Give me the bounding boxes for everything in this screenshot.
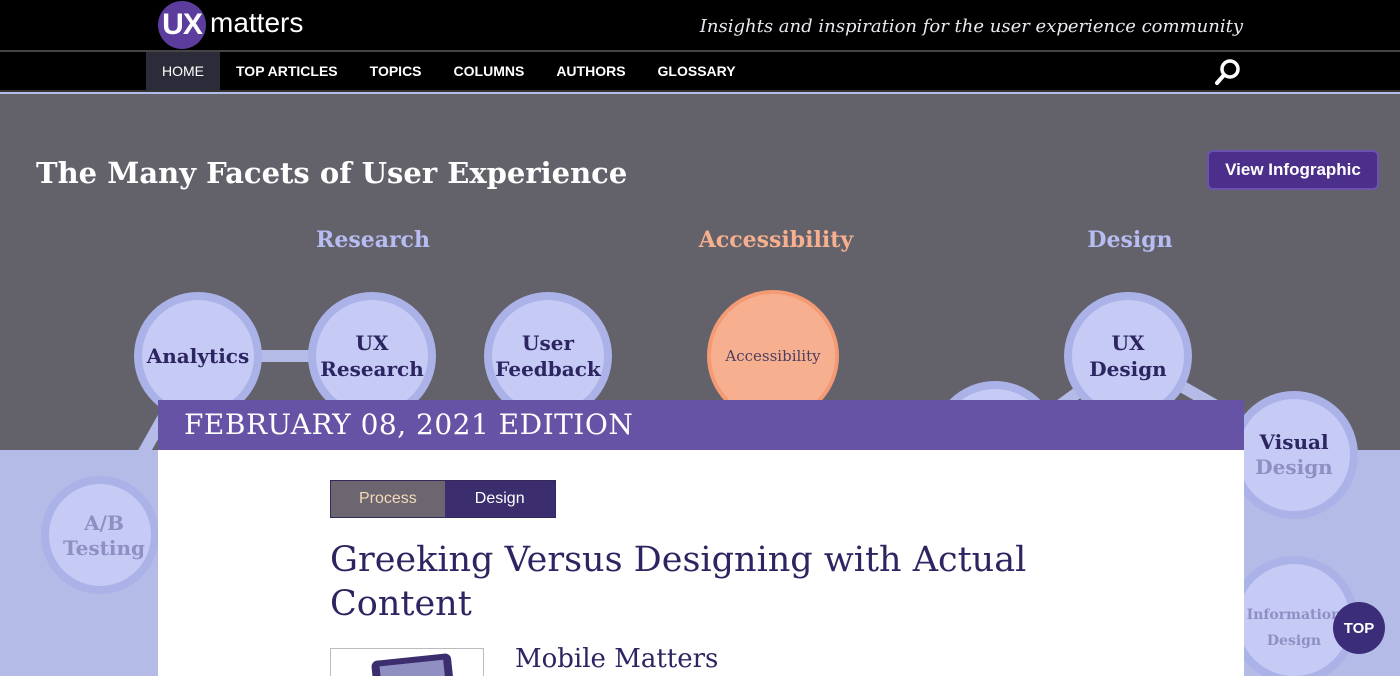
article-title[interactable]: Greeking Versus Designing with Actual Co… [330,538,1070,626]
back-to-top-button[interactable]: TOP [1333,602,1385,654]
column-name[interactable]: Mobile Matters [515,644,718,674]
logo-badge: UX [158,1,206,49]
tag-design[interactable]: Design [444,481,555,517]
node-label-user-feedback-1: User [522,331,574,355]
node-label-user-feedback-2: Feedback [495,357,602,381]
node-label-ux-research-1: UX [356,331,389,355]
category-design: Design [1087,227,1172,253]
search-icon[interactable] [1214,58,1242,86]
nav-glossary[interactable]: GLOSSARY [642,52,752,90]
node-label-ab-testing-1: A/B [83,511,124,535]
node-label-ab-testing-2: Testing [63,536,145,560]
node-label-ux-research-2: Research [320,357,424,381]
node-ux-research [308,292,436,420]
node-label-accessibility: Accessibility [724,347,821,365]
tag-process[interactable]: Process [331,481,445,517]
node-label-ux-design-2: Design [1089,357,1167,381]
main-nav: HOME TOP ARTICLES TOPICS COLUMNS AUTHORS… [0,50,1400,92]
featured-article-card: Process Design Greeking Versus Designing… [158,450,1244,676]
mobile-device-icon [371,653,455,676]
nav-top-articles[interactable]: TOP ARTICLES [220,52,354,90]
edition-header: FEBRUARY 08, 2021 EDITION [158,400,1244,450]
logo-wordmark: matters [210,7,304,38]
node-label-analytics: Analytics [146,344,250,368]
nav-home[interactable]: HOME [146,52,220,90]
node-label-visual-design-2: Design [1255,455,1333,479]
site-header: UX matters Insights and inspiration for … [0,0,1400,50]
site-tagline: Insights and inspiration for the user ex… [699,16,1243,37]
node-label-ux-design-1: UX [1112,331,1145,355]
node-label-visual-design-1: Visual [1258,430,1329,454]
node-user-feedback [484,292,612,420]
nav-topics[interactable]: TOPICS [354,52,438,90]
nav-columns[interactable]: COLUMNS [438,52,541,90]
category-research: Research [316,227,430,253]
nav-authors[interactable]: AUTHORS [540,52,641,90]
node-ux-design [1064,292,1192,420]
article-tags: Process Design [330,480,556,518]
node-ab-testing [41,476,159,594]
edition-title: FEBRUARY 08, 2021 EDITION [184,408,634,441]
category-accessibility: Accessibility [698,227,855,253]
site-logo[interactable]: UX matters [158,1,304,49]
node-label-info-design-2: Design [1267,633,1321,649]
column-thumbnail[interactable] [330,648,484,676]
node-label-info-design-1: Information [1247,607,1342,623]
